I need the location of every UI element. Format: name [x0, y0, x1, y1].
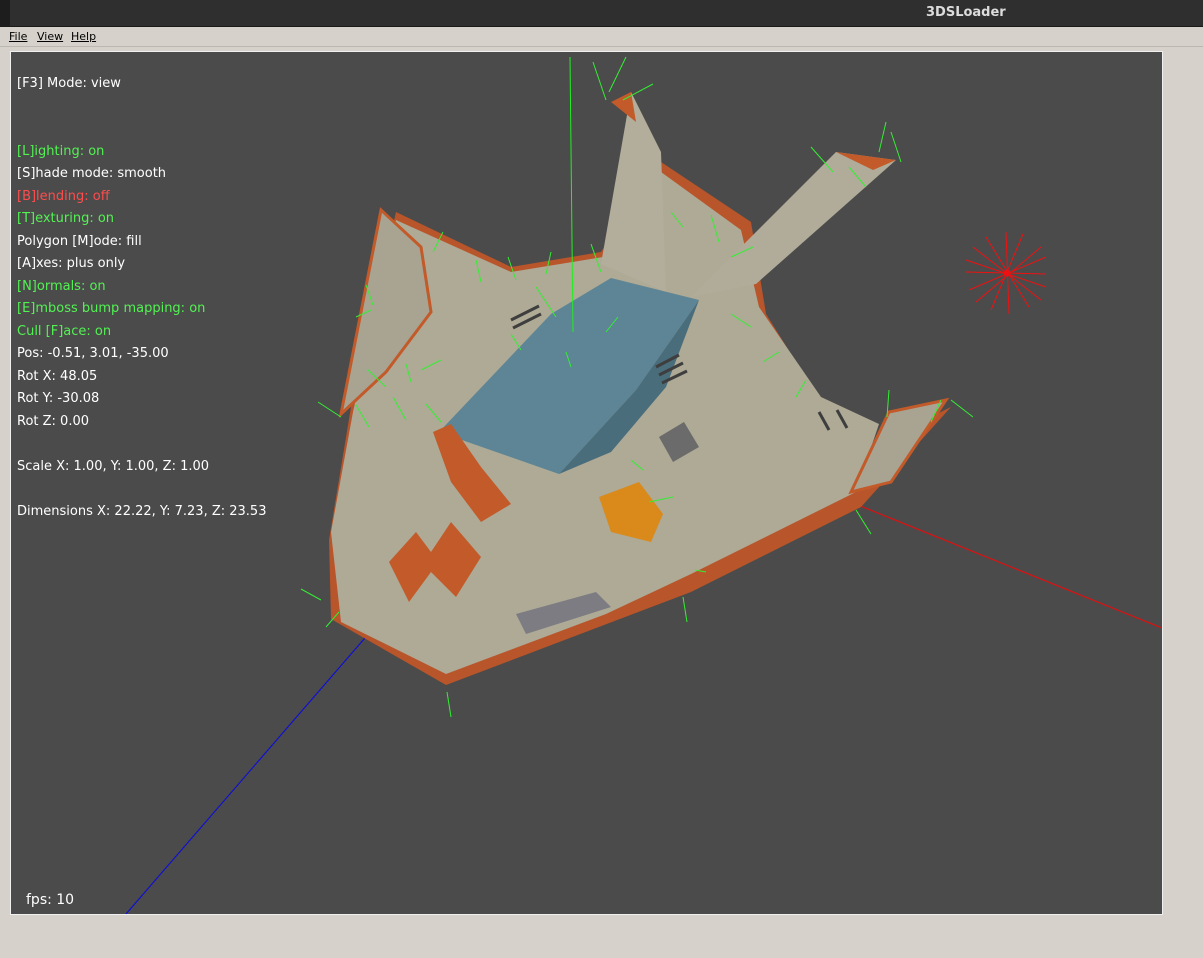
light-source-icon: [965, 231, 1047, 315]
hud-rot-x: Rot X: 48.05: [17, 369, 98, 384]
hud-scale: Scale X: 1.00, Y: 1.00, Z: 1.00: [17, 459, 210, 474]
hud-rot-z: Rot Z: 0.00: [17, 414, 89, 429]
window-titlebar: 3DSLoader: [0, 0, 1203, 27]
hud-polygon-mode: Polygon [M]ode: fill: [17, 234, 142, 249]
spaceship-model: [329, 92, 951, 685]
status-area: [0, 915, 1203, 958]
hud-lighting: [L]ighting: on: [17, 144, 105, 159]
opengl-viewport[interactable]: [F3] Mode: view [L]ighting: on [S]hade m…: [10, 51, 1163, 915]
hud-mode: [F3] Mode: view: [17, 76, 121, 91]
hud-texturing: [T]exturing: on: [17, 211, 115, 226]
hud-cull-face: Cull [F]ace: on: [17, 324, 112, 339]
scene-render: [125, 56, 1162, 914]
center-fin: [601, 92, 666, 292]
menu-help[interactable]: Help: [71, 30, 96, 43]
hud-shade-mode: [S]hade mode: smooth: [17, 166, 167, 181]
titlebar-edge: [0, 0, 10, 26]
hud-blending: [B]lending: off: [17, 189, 110, 204]
window-title: 3DSLoader: [926, 5, 1006, 20]
menu-bar: File View Help: [0, 27, 1203, 47]
fps-counter: fps: 10: [26, 892, 75, 908]
menu-view[interactable]: View: [37, 30, 63, 43]
hud-pos: Pos: -0.51, 3.01, -35.00: [17, 346, 169, 361]
hud-normals: [N]ormals: on: [17, 279, 106, 294]
hud-dimensions: Dimensions X: 22.22, Y: 7.23, Z: 23.53: [17, 504, 267, 519]
menu-file[interactable]: File: [9, 30, 27, 43]
hud-emboss: [E]mboss bump mapping: on: [17, 301, 206, 316]
hud-rot-y: Rot Y: -30.08: [17, 391, 100, 406]
hud-axes: [A]xes: plus only: [17, 256, 126, 271]
